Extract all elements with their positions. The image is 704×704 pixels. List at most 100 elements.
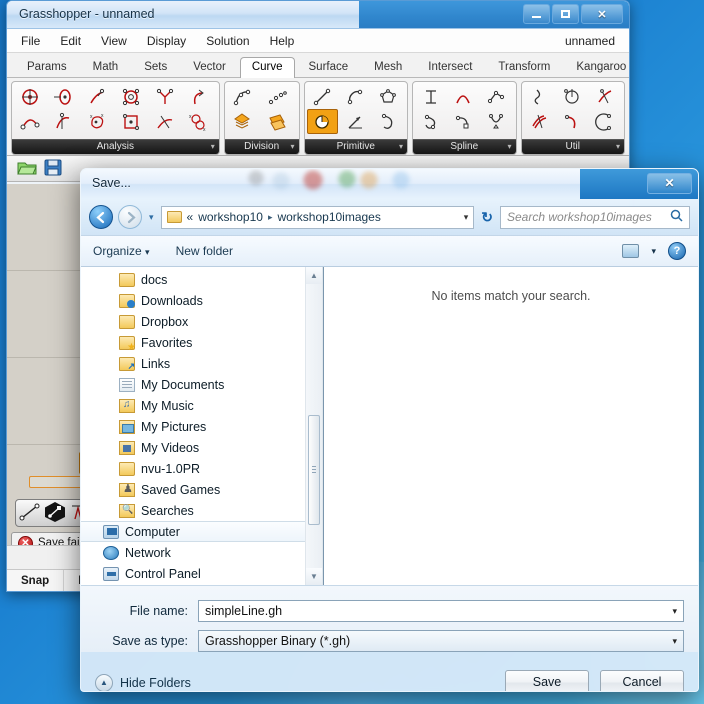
tab-sets[interactable]: Sets — [132, 57, 179, 77]
tab-transform[interactable]: Transform — [486, 57, 562, 77]
ribbon-group-label-division[interactable]: Division ▾ — [224, 139, 299, 154]
tab-kangaroo[interactable]: Kangaroo — [564, 57, 629, 77]
save-dialog-close-button[interactable]: ✕ — [647, 173, 692, 194]
curve-middle-icon[interactable] — [183, 84, 214, 109]
menu-help[interactable]: Help — [270, 34, 295, 48]
tree-item-favorites[interactable]: Favorites — [81, 332, 322, 353]
tree-item-computer[interactable]: Computer — [81, 521, 322, 542]
breadcrumb[interactable]: « workshop10 ▸ workshop10images ▾ — [160, 205, 475, 229]
tab-surface[interactable]: Surface — [297, 57, 361, 77]
search-icon[interactable] — [670, 209, 683, 225]
curve-closest-icon[interactable] — [149, 109, 180, 134]
save-as-type-select[interactable]: Grasshopper Binary (*.gh) ▾ — [198, 630, 684, 652]
grasshopper-titlebar[interactable]: Grasshopper - unnamed ✕ — [7, 1, 629, 29]
polyline-icon[interactable] — [481, 84, 512, 109]
group-expand-icon[interactable]: ▾ — [211, 142, 215, 151]
file-name-input[interactable]: simpleLine.gh ▾ — [198, 600, 684, 622]
curve-closest-point-icon[interactable] — [14, 84, 45, 109]
refresh-icon[interactable]: ↻ — [479, 209, 495, 226]
fillet-icon[interactable] — [556, 109, 587, 134]
breadcrumb-item-workshop10[interactable]: workshop10 — [198, 210, 263, 224]
tab-params[interactable]: Params — [15, 57, 79, 77]
menu-display[interactable]: Display — [147, 34, 186, 48]
breadcrumb-item-workshop10images[interactable]: workshop10images — [277, 210, 380, 224]
join-curves-icon[interactable] — [524, 109, 555, 134]
scroll-up-icon[interactable]: ▲ — [306, 267, 322, 284]
breadcrumb-dropdown-icon[interactable]: ▾ — [464, 212, 469, 223]
flip-curve-icon[interactable] — [524, 84, 555, 109]
bounding-box-icon[interactable] — [115, 109, 146, 134]
control-polygon-icon[interactable] — [115, 84, 146, 109]
help-icon[interactable]: ? — [668, 242, 686, 260]
menu-edit[interactable]: Edit — [60, 34, 81, 48]
cancel-button[interactable]: Cancel — [600, 670, 684, 691]
chevron-down-icon[interactable]: ▾ — [672, 606, 677, 617]
curve-point-icon[interactable] — [82, 84, 113, 109]
tab-math[interactable]: Math — [81, 57, 131, 77]
interpolate-icon[interactable] — [415, 84, 446, 109]
tree-item-my-documents[interactable]: My Documents — [81, 374, 322, 395]
group-expand-icon[interactable]: ▾ — [399, 142, 403, 151]
change-view-icon[interactable] — [622, 244, 640, 258]
tree-item-links[interactable]: Links — [81, 353, 322, 374]
tab-vector[interactable]: Vector — [181, 57, 238, 77]
divide-distance-icon[interactable] — [262, 84, 293, 109]
shatter-icon[interactable] — [262, 109, 293, 134]
tree-item-searches[interactable]: Searches — [81, 500, 322, 521]
group-expand-icon[interactable]: ▾ — [290, 142, 294, 151]
group-expand-icon[interactable]: ▾ — [616, 142, 620, 151]
recent-locations-icon[interactable]: ▾ — [149, 212, 154, 223]
circle-cnr-icon[interactable] — [306, 109, 338, 134]
open-folder-icon[interactable] — [17, 159, 37, 179]
ribbon-group-label-util[interactable]: Util ▾ — [521, 139, 624, 154]
catenary-icon[interactable] — [481, 109, 512, 134]
curve-on-surface-icon[interactable] — [448, 84, 479, 109]
bezier-span-icon[interactable] — [448, 109, 479, 134]
tree-item-nvu[interactable]: nvu-1.0PR — [81, 458, 322, 479]
tree-item-my-pictures[interactable]: My Pictures — [81, 416, 322, 437]
evaluate-curve-icon[interactable] — [48, 84, 79, 109]
end-points-icon[interactable] — [149, 84, 180, 109]
offset-curve-icon[interactable] — [556, 84, 587, 109]
menu-file[interactable]: File — [21, 34, 40, 48]
back-button[interactable] — [89, 205, 113, 229]
menu-view[interactable]: View — [101, 34, 127, 48]
chevron-down-icon[interactable]: ▾ — [672, 636, 677, 647]
breadcrumb-overflow[interactable]: « — [187, 210, 194, 224]
tree-item-my-music[interactable]: My Music — [81, 395, 322, 416]
forward-button[interactable] — [118, 205, 142, 229]
curvature-icon[interactable] — [14, 109, 45, 134]
chevron-up-icon[interactable]: ▲ — [95, 673, 113, 691]
save-button[interactable]: Save — [505, 670, 589, 691]
scrollbar-thumb[interactable] — [308, 415, 320, 525]
save-disk-icon[interactable] — [44, 159, 62, 179]
tab-curve[interactable]: Curve — [239, 57, 295, 78]
tree-item-saved-games[interactable]: Saved Games — [81, 479, 322, 500]
chevron-down-icon[interactable]: ▾ — [145, 247, 150, 257]
ribbon-group-label-spline[interactable]: Spline ▾ — [413, 139, 516, 154]
tab-mesh[interactable]: Mesh — [362, 57, 414, 77]
tab-intersect[interactable]: Intersect — [416, 57, 484, 77]
tree-item-network[interactable]: Network — [81, 542, 322, 563]
hide-folders-button[interactable]: ▲ Hide Folders — [95, 673, 191, 691]
scroll-down-icon[interactable]: ▼ — [306, 568, 322, 585]
line-sdl-icon[interactable] — [339, 109, 370, 134]
contour-icon[interactable] — [227, 109, 258, 134]
search-input[interactable]: Search workshop10images — [500, 205, 690, 229]
line-sdl-tool-icon[interactable] — [43, 501, 67, 526]
line-tool-icon[interactable] — [19, 502, 41, 525]
tree-item-downloads[interactable]: Downloads — [81, 290, 322, 311]
minimize-button[interactable] — [523, 4, 550, 24]
curve-frame-icon[interactable] — [48, 109, 79, 134]
maximize-button[interactable] — [552, 4, 579, 24]
file-list[interactable]: No items match your search. — [323, 267, 698, 585]
view-chevron-down-icon[interactable]: ▾ — [651, 246, 656, 257]
curve-region-icon[interactable]: xx — [82, 109, 113, 134]
tree-item-control-panel[interactable]: Control Panel — [81, 563, 322, 584]
nurbs-curve-icon[interactable] — [415, 109, 446, 134]
polygon-icon[interactable] — [372, 84, 403, 109]
organize-button[interactable]: Organize ▾ — [93, 244, 150, 258]
explode-icon[interactable] — [589, 84, 620, 109]
close-button[interactable]: ✕ — [581, 4, 623, 24]
new-folder-button[interactable]: New folder — [176, 244, 233, 258]
